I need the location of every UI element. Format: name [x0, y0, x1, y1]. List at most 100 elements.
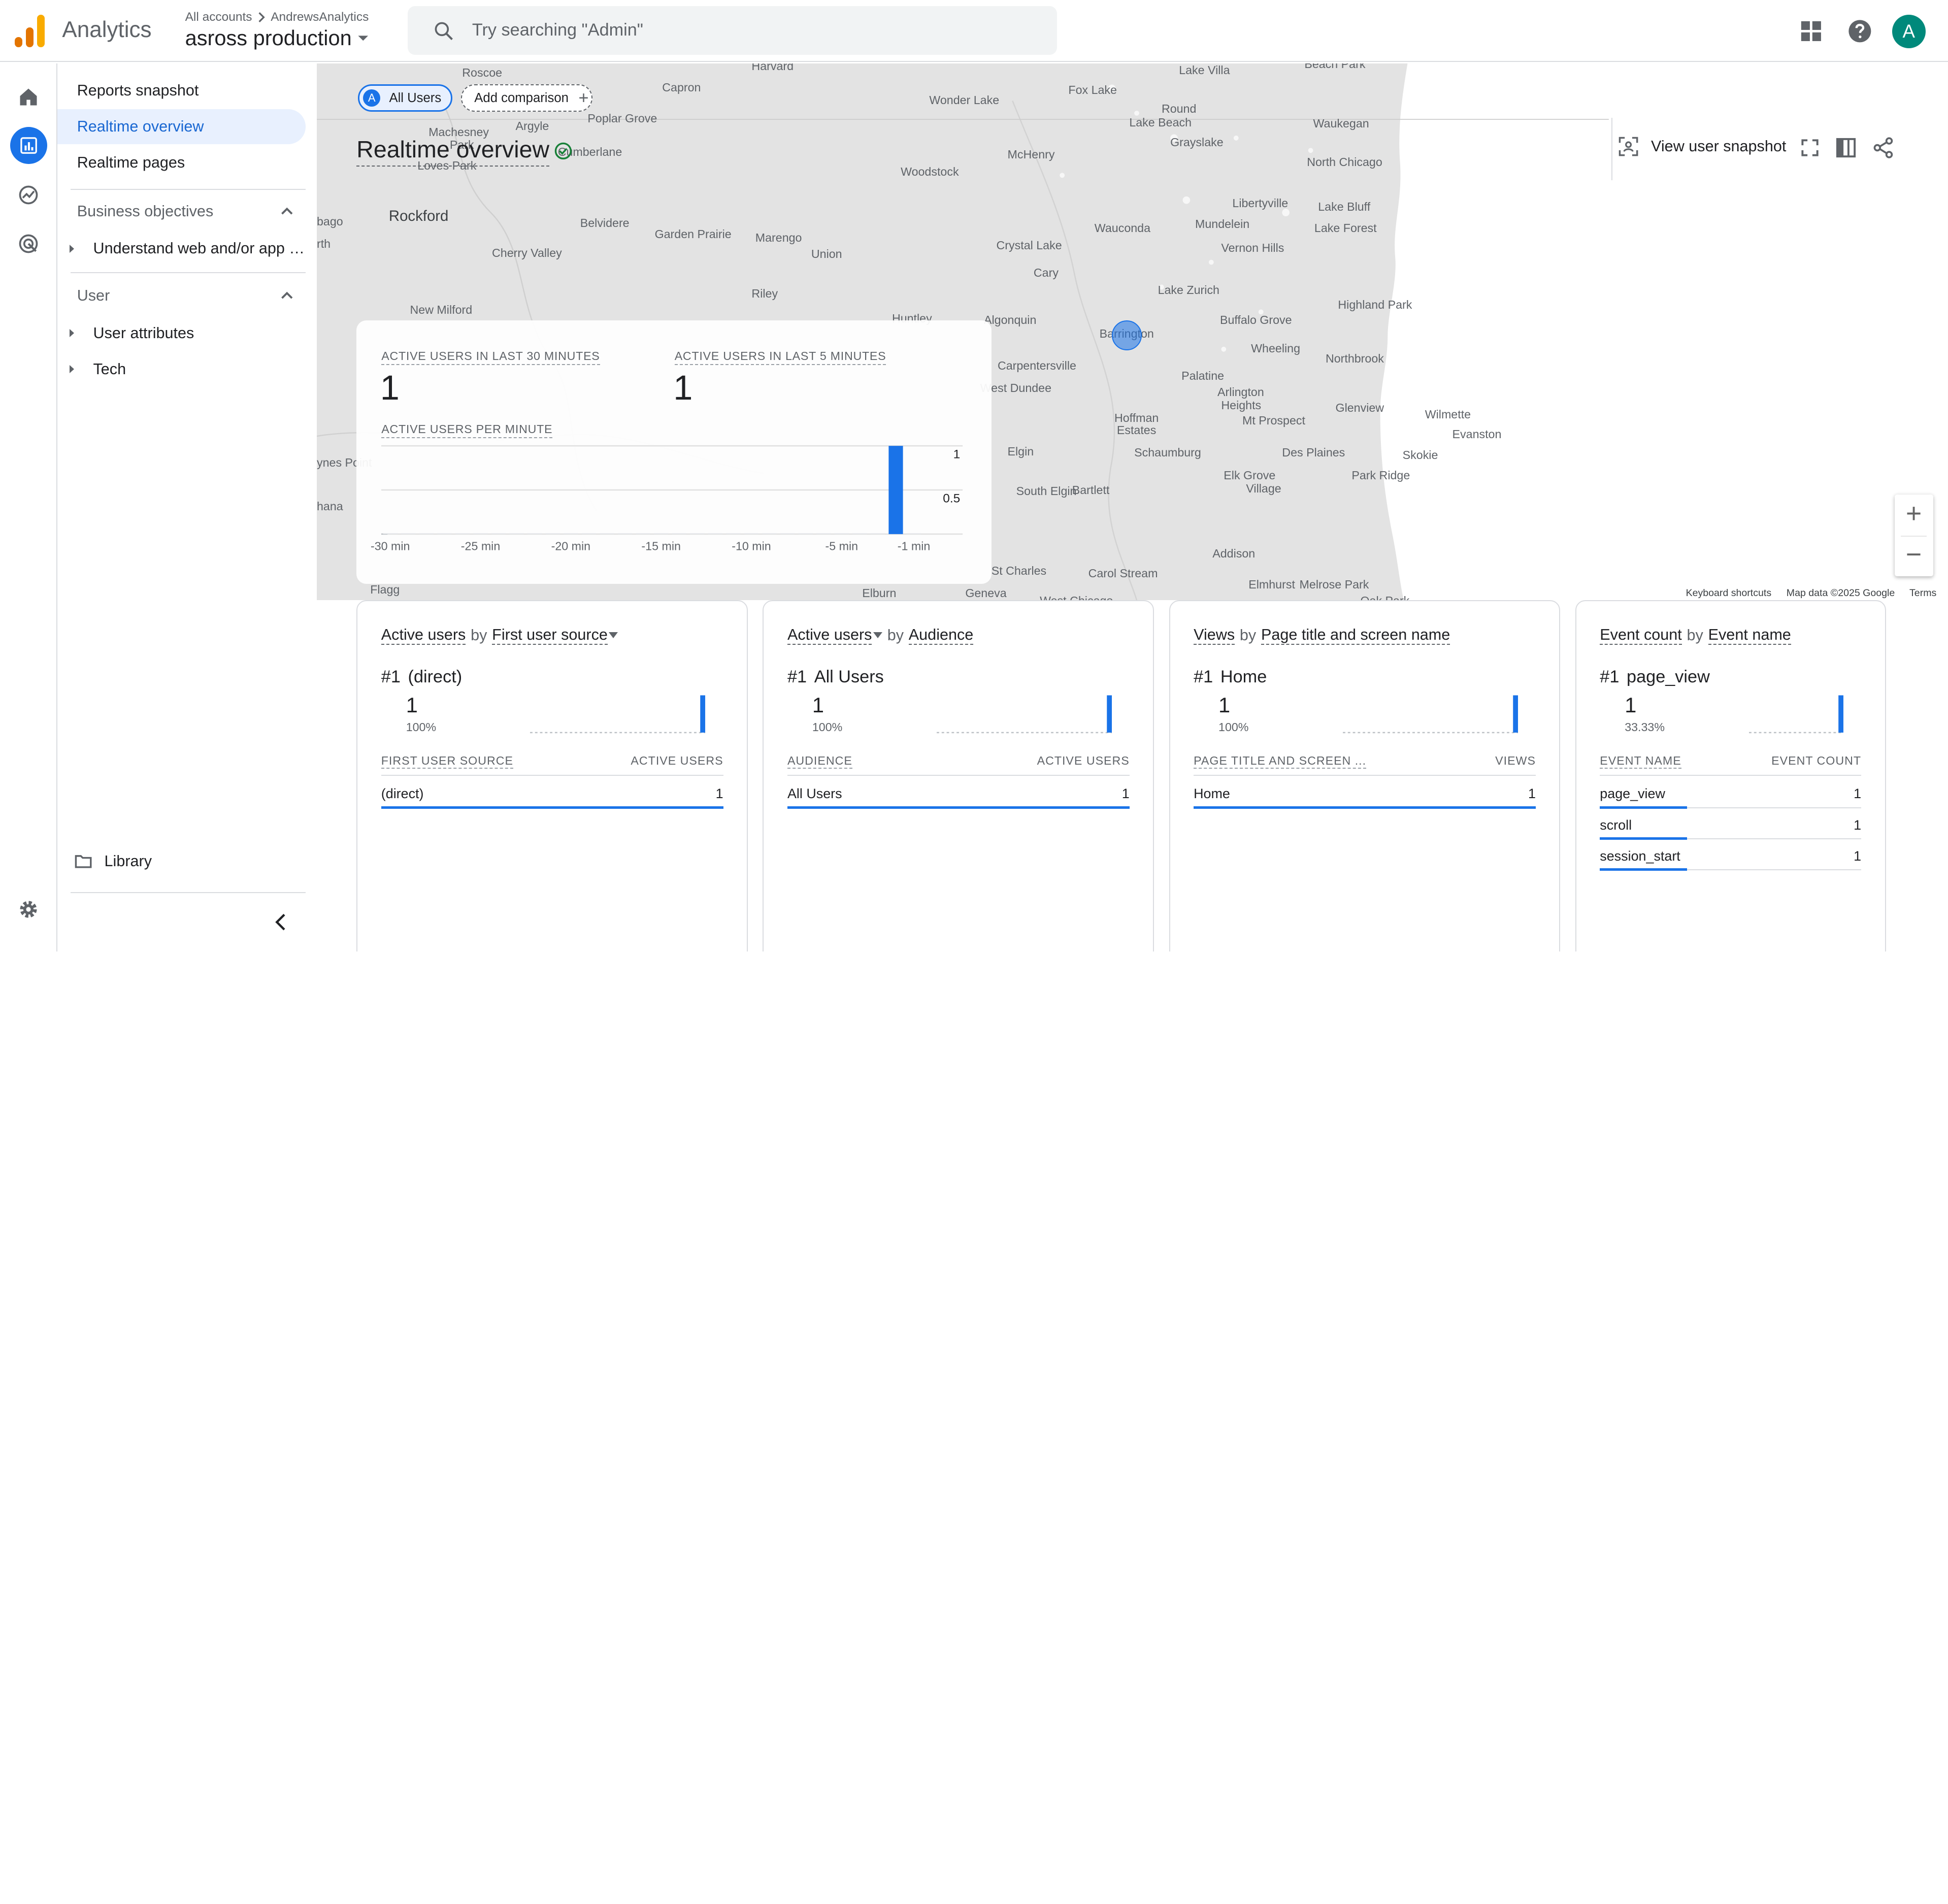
search-bar[interactable] [407, 6, 1058, 55]
chevron-up-icon[interactable] [281, 205, 293, 217]
table-row[interactable]: (direct) 1 [381, 779, 723, 810]
card-title-dimension[interactable]: Event name [1708, 626, 1791, 645]
chart-bar[interactable] [509, 533, 524, 535]
rail-home-button[interactable] [10, 78, 47, 115]
map-zoom-out-button[interactable]: − [1895, 536, 1933, 577]
chart-bar[interactable] [672, 533, 687, 535]
column-header-metric[interactable]: EVENT COUNT [1771, 754, 1861, 768]
nav-item-reports-snapshot[interactable]: Reports snapshot [57, 73, 306, 108]
nav-section-user[interactable]: User [77, 287, 299, 305]
chart-bar[interactable] [618, 533, 633, 535]
chart-bar[interactable] [726, 533, 741, 535]
chart-bar[interactable] [871, 533, 885, 535]
breadcrumb-account[interactable]: AndrewsAnalytics [271, 10, 369, 24]
table-row[interactable]: session_start 1 [1600, 841, 1862, 872]
table-row[interactable]: page_view 1 [1600, 779, 1862, 810]
chart-bar[interactable] [419, 533, 434, 535]
chart-bar[interactable] [383, 533, 398, 535]
chart-bar[interactable] [491, 533, 506, 535]
chart-bar[interactable] [527, 533, 542, 535]
rail-reports-button[interactable] [10, 126, 47, 164]
nav-item-realtime-pages[interactable]: Realtime pages [57, 145, 306, 180]
user-location-marker[interactable] [1112, 320, 1142, 351]
chart-bar[interactable] [907, 533, 921, 535]
chart-bar[interactable] [816, 533, 831, 535]
chart-bar[interactable] [888, 446, 903, 535]
column-header-dimension[interactable]: PAGE TITLE AND SCREEN ... [1194, 754, 1367, 769]
chart-bar[interactable] [852, 533, 867, 535]
keyboard-shortcuts-link[interactable]: Keyboard shortcuts [1686, 587, 1772, 599]
add-comparison-button[interactable]: Add comparison + [460, 84, 593, 112]
share-icon[interactable] [1872, 137, 1895, 159]
nav-sub-user-attributes[interactable]: User attributes [57, 324, 306, 342]
card-title-dimension[interactable]: Page title and screen name [1261, 626, 1450, 645]
chart-bar[interactable] [401, 533, 416, 535]
header-divider [381, 775, 723, 776]
nav-item-realtime-overview[interactable]: Realtime overview [57, 109, 306, 144]
chart-bar[interactable] [762, 533, 777, 535]
chart-bar[interactable] [545, 533, 560, 535]
chart-bar[interactable] [636, 533, 650, 535]
column-header-dimension[interactable]: EVENT NAME [1600, 754, 1681, 769]
property-selector[interactable]: asross production [185, 26, 369, 50]
caret-down-icon[interactable] [609, 632, 618, 639]
map-label: Mundelein [1195, 217, 1250, 231]
card-title-metric[interactable]: Views [1194, 626, 1235, 645]
chevron-up-icon[interactable] [281, 289, 293, 302]
fullscreen-icon[interactable] [1799, 137, 1821, 159]
map-terms-link[interactable]: Terms [1909, 587, 1936, 599]
card-title[interactable]: Active users by Audience [787, 626, 974, 645]
chart-bar[interactable] [455, 533, 470, 535]
chart-bar[interactable] [654, 533, 669, 535]
rail-explore-button[interactable] [10, 176, 47, 213]
card-title-metric[interactable]: Event count [1600, 626, 1682, 645]
rail-advertising-button[interactable] [10, 225, 47, 262]
card-title[interactable]: Views by Page title and screen name [1194, 626, 1450, 645]
table-row[interactable]: scroll 1 [1600, 810, 1862, 841]
table-row[interactable]: All Users 1 [787, 779, 1130, 810]
chart-bar[interactable] [437, 533, 452, 535]
chart-bar[interactable] [600, 533, 614, 535]
segment-chip-all-users[interactable]: A All Users [357, 84, 452, 112]
card-title[interactable]: Active users by First user source [381, 626, 618, 645]
column-header-metric[interactable]: ACTIVE USERS [1037, 754, 1130, 768]
column-header-dimension[interactable]: AUDIENCE [787, 754, 852, 769]
rail-admin-button[interactable] [10, 891, 47, 928]
column-header-dimension[interactable]: FIRST USER SOURCE [381, 754, 513, 769]
chart-bar[interactable] [744, 533, 759, 535]
avatar[interactable]: A [1892, 15, 1926, 49]
view-user-snapshot-button[interactable]: View user snapshot [1619, 137, 1786, 156]
property-name[interactable]: asross production [185, 26, 352, 50]
chart-bar[interactable] [780, 533, 795, 535]
nav-section-business-objectives[interactable]: Business objectives [77, 203, 299, 220]
breadcrumb-root[interactable]: All accounts [185, 10, 252, 24]
column-header-metric[interactable]: VIEWS [1495, 754, 1536, 768]
card-title-dimension[interactable]: First user source [492, 626, 608, 645]
card-title[interactable]: Event count by Event name [1600, 626, 1791, 645]
table-row[interactable]: Home 1 [1194, 779, 1536, 810]
check-circle-icon[interactable] [554, 142, 573, 160]
map-zoom-in-button[interactable]: + [1895, 495, 1933, 536]
card-title-dimension[interactable]: Audience [908, 626, 974, 645]
collapse-nav-icon[interactable] [273, 913, 288, 931]
card-title-metric[interactable]: Active users [381, 626, 466, 645]
apps-grid-icon[interactable] [1796, 16, 1826, 46]
card-title-metric[interactable]: Active users [787, 626, 872, 645]
chart-bar[interactable] [473, 533, 488, 535]
nav-sub-tech[interactable]: Tech [57, 360, 306, 378]
chart-bar[interactable] [708, 533, 723, 535]
search-input[interactable] [472, 6, 1031, 55]
nav-library[interactable]: Library [75, 852, 152, 870]
column-header-metric[interactable]: ACTIVE USERS [631, 754, 723, 768]
chart-bar[interactable] [834, 533, 849, 535]
compare-columns-icon[interactable] [1835, 137, 1857, 159]
breadcrumb[interactable]: All accounts AndrewsAnalytics [185, 10, 369, 24]
chart-bar[interactable] [798, 533, 813, 535]
analytics-logo-icon[interactable] [15, 15, 45, 47]
help-icon[interactable] [1845, 16, 1875, 46]
nav-sub-understand-web[interactable]: Understand web and/or app t... [57, 240, 306, 257]
caret-down-icon[interactable] [873, 632, 882, 639]
chart-bar[interactable] [582, 533, 597, 535]
chart-bar[interactable] [564, 533, 578, 535]
chart-bar[interactable] [690, 533, 705, 535]
